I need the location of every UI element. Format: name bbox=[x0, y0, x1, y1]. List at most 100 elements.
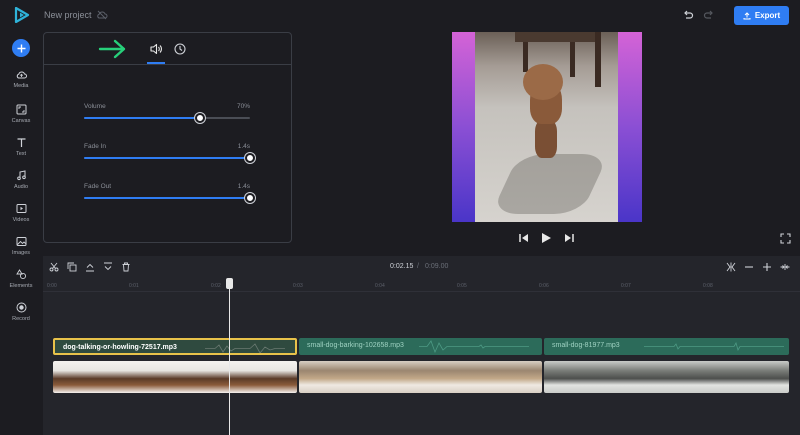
sidebar-item-elements[interactable]: Elements bbox=[0, 269, 42, 289]
audio-settings-panel: Volume 70% Fade In 1.4s Fade Out 1.4s bbox=[43, 32, 292, 243]
text-icon bbox=[17, 138, 25, 147]
undo-icon[interactable] bbox=[682, 9, 694, 21]
sidebar-item-images[interactable]: Images bbox=[0, 236, 42, 256]
bring-forward-icon[interactable] bbox=[85, 262, 95, 272]
preview-frame bbox=[475, 32, 618, 222]
video-thumbnail bbox=[155, 361, 172, 393]
zoom-out-icon[interactable] bbox=[744, 262, 754, 272]
video-thumbnail bbox=[537, 361, 542, 393]
snap-icon[interactable] bbox=[726, 262, 736, 272]
video-thumbnail bbox=[680, 361, 697, 393]
volume-track[interactable] bbox=[84, 113, 250, 123]
chair-seat bbox=[515, 32, 595, 42]
fade-out-knob[interactable] bbox=[245, 193, 255, 203]
video-thumbnail bbox=[240, 361, 257, 393]
sidebar-item-label: Images bbox=[11, 250, 31, 256]
audio-clip[interactable]: small-dog-81977.mp3 bbox=[544, 338, 789, 355]
video-thumbnail bbox=[629, 361, 646, 393]
video-thumbnail bbox=[469, 361, 486, 393]
sidebar-item-label: Record bbox=[12, 316, 30, 322]
fullscreen-icon[interactable] bbox=[780, 233, 791, 244]
tab-speed-clock-icon[interactable] bbox=[172, 41, 188, 57]
video-thumbnail bbox=[486, 361, 503, 393]
video-thumbnail bbox=[70, 361, 87, 393]
sidebar-item-canvas[interactable]: Canvas bbox=[0, 104, 42, 124]
top-bar: New project Export bbox=[0, 0, 800, 31]
skip-forward-icon[interactable] bbox=[563, 232, 575, 244]
fit-timeline-icon[interactable] bbox=[780, 262, 790, 272]
video-thumbnail bbox=[663, 361, 680, 393]
fade-out-fill bbox=[84, 197, 250, 199]
image-icon bbox=[16, 237, 26, 246]
ruler-tick: 0:04 bbox=[375, 283, 385, 289]
sidebar-item-label: Videos bbox=[12, 217, 30, 223]
fade-in-fill bbox=[84, 157, 250, 159]
ruler-tick: 0:08 bbox=[703, 283, 713, 289]
dog-shadow bbox=[491, 154, 609, 214]
trash-icon[interactable] bbox=[121, 262, 131, 272]
waveform bbox=[205, 343, 285, 353]
volume-label: Volume bbox=[84, 103, 106, 110]
video-thumbnail bbox=[274, 361, 291, 393]
project-name[interactable]: New project bbox=[44, 10, 92, 20]
video-thumbnail bbox=[350, 361, 367, 393]
volume-knob[interactable] bbox=[195, 113, 206, 123]
video-thumbnail bbox=[544, 361, 561, 393]
video-thumbnail bbox=[782, 361, 789, 393]
sidebar-item-text[interactable]: Text bbox=[0, 137, 42, 157]
video-clip[interactable] bbox=[53, 361, 297, 393]
audio-clip-selected[interactable]: dog-talking-or-howling-72517.mp3 bbox=[53, 338, 297, 355]
sidebar-item-audio[interactable]: Audio bbox=[0, 170, 42, 190]
fade-in-knob[interactable] bbox=[245, 153, 255, 163]
redo-icon[interactable] bbox=[703, 9, 715, 21]
video-icon bbox=[16, 204, 26, 213]
video-thumbnail bbox=[206, 361, 223, 393]
waveform bbox=[419, 340, 529, 353]
video-clip[interactable] bbox=[299, 361, 542, 393]
export-button[interactable]: Export bbox=[734, 6, 789, 25]
sidebar-item-media[interactable]: Media bbox=[0, 70, 42, 89]
sidebar-item-label: Media bbox=[13, 83, 29, 89]
fade-in-value: 1.4s bbox=[237, 143, 250, 150]
video-thumbnail bbox=[316, 361, 333, 393]
scissors-icon[interactable] bbox=[49, 262, 59, 272]
audio-clip-name: small-dog-barking-102658.mp3 bbox=[307, 342, 404, 349]
playhead-handle[interactable] bbox=[226, 278, 233, 289]
tab-audio-speaker-icon[interactable] bbox=[148, 41, 164, 57]
video-thumbnail bbox=[731, 361, 748, 393]
panel-tabs bbox=[44, 33, 291, 65]
audio-clip[interactable]: small-dog-barking-102658.mp3 bbox=[299, 338, 542, 355]
zoom-in-icon[interactable] bbox=[762, 262, 772, 272]
video-thumbnail bbox=[333, 361, 350, 393]
volume-value: 70% bbox=[236, 103, 250, 110]
video-thumbnail bbox=[520, 361, 537, 393]
duplicate-icon[interactable] bbox=[67, 262, 77, 272]
sidebar-item-record[interactable]: Record bbox=[0, 302, 42, 322]
video-preview[interactable] bbox=[452, 32, 642, 222]
fade-out-track[interactable] bbox=[84, 193, 255, 203]
canvas-icon bbox=[16, 104, 26, 115]
video-thumbnail bbox=[257, 361, 274, 393]
send-backward-icon[interactable] bbox=[103, 262, 113, 272]
ruler-tick: 0:01 bbox=[129, 283, 139, 289]
fade-in-track[interactable] bbox=[84, 153, 255, 163]
time-separator: / bbox=[417, 263, 419, 270]
video-thumbnail bbox=[503, 361, 520, 393]
time-ruler[interactable]: 0:00 0:01 0:02 0:03 0:04 0:05 0:06 0:07 … bbox=[43, 280, 800, 292]
waveform bbox=[644, 341, 784, 352]
video-thumbnail bbox=[765, 361, 782, 393]
video-thumbnail bbox=[595, 361, 612, 393]
audio-clip-name: dog-talking-or-howling-72517.mp3 bbox=[63, 344, 177, 351]
timeline-toolbar: 0:02.15 / 0:09.00 bbox=[43, 256, 800, 278]
cloud-upload-icon bbox=[16, 71, 27, 79]
skip-back-icon[interactable] bbox=[518, 232, 530, 244]
video-clip[interactable] bbox=[544, 361, 789, 393]
video-thumbnail bbox=[418, 361, 435, 393]
app-logo-icon[interactable] bbox=[14, 7, 30, 23]
play-icon[interactable] bbox=[540, 232, 552, 244]
video-thumbnail bbox=[172, 361, 189, 393]
video-thumbnail bbox=[367, 361, 384, 393]
add-media-button[interactable] bbox=[12, 39, 30, 57]
arrow-right-icon bbox=[98, 39, 126, 59]
sidebar-item-videos[interactable]: Videos bbox=[0, 203, 42, 223]
